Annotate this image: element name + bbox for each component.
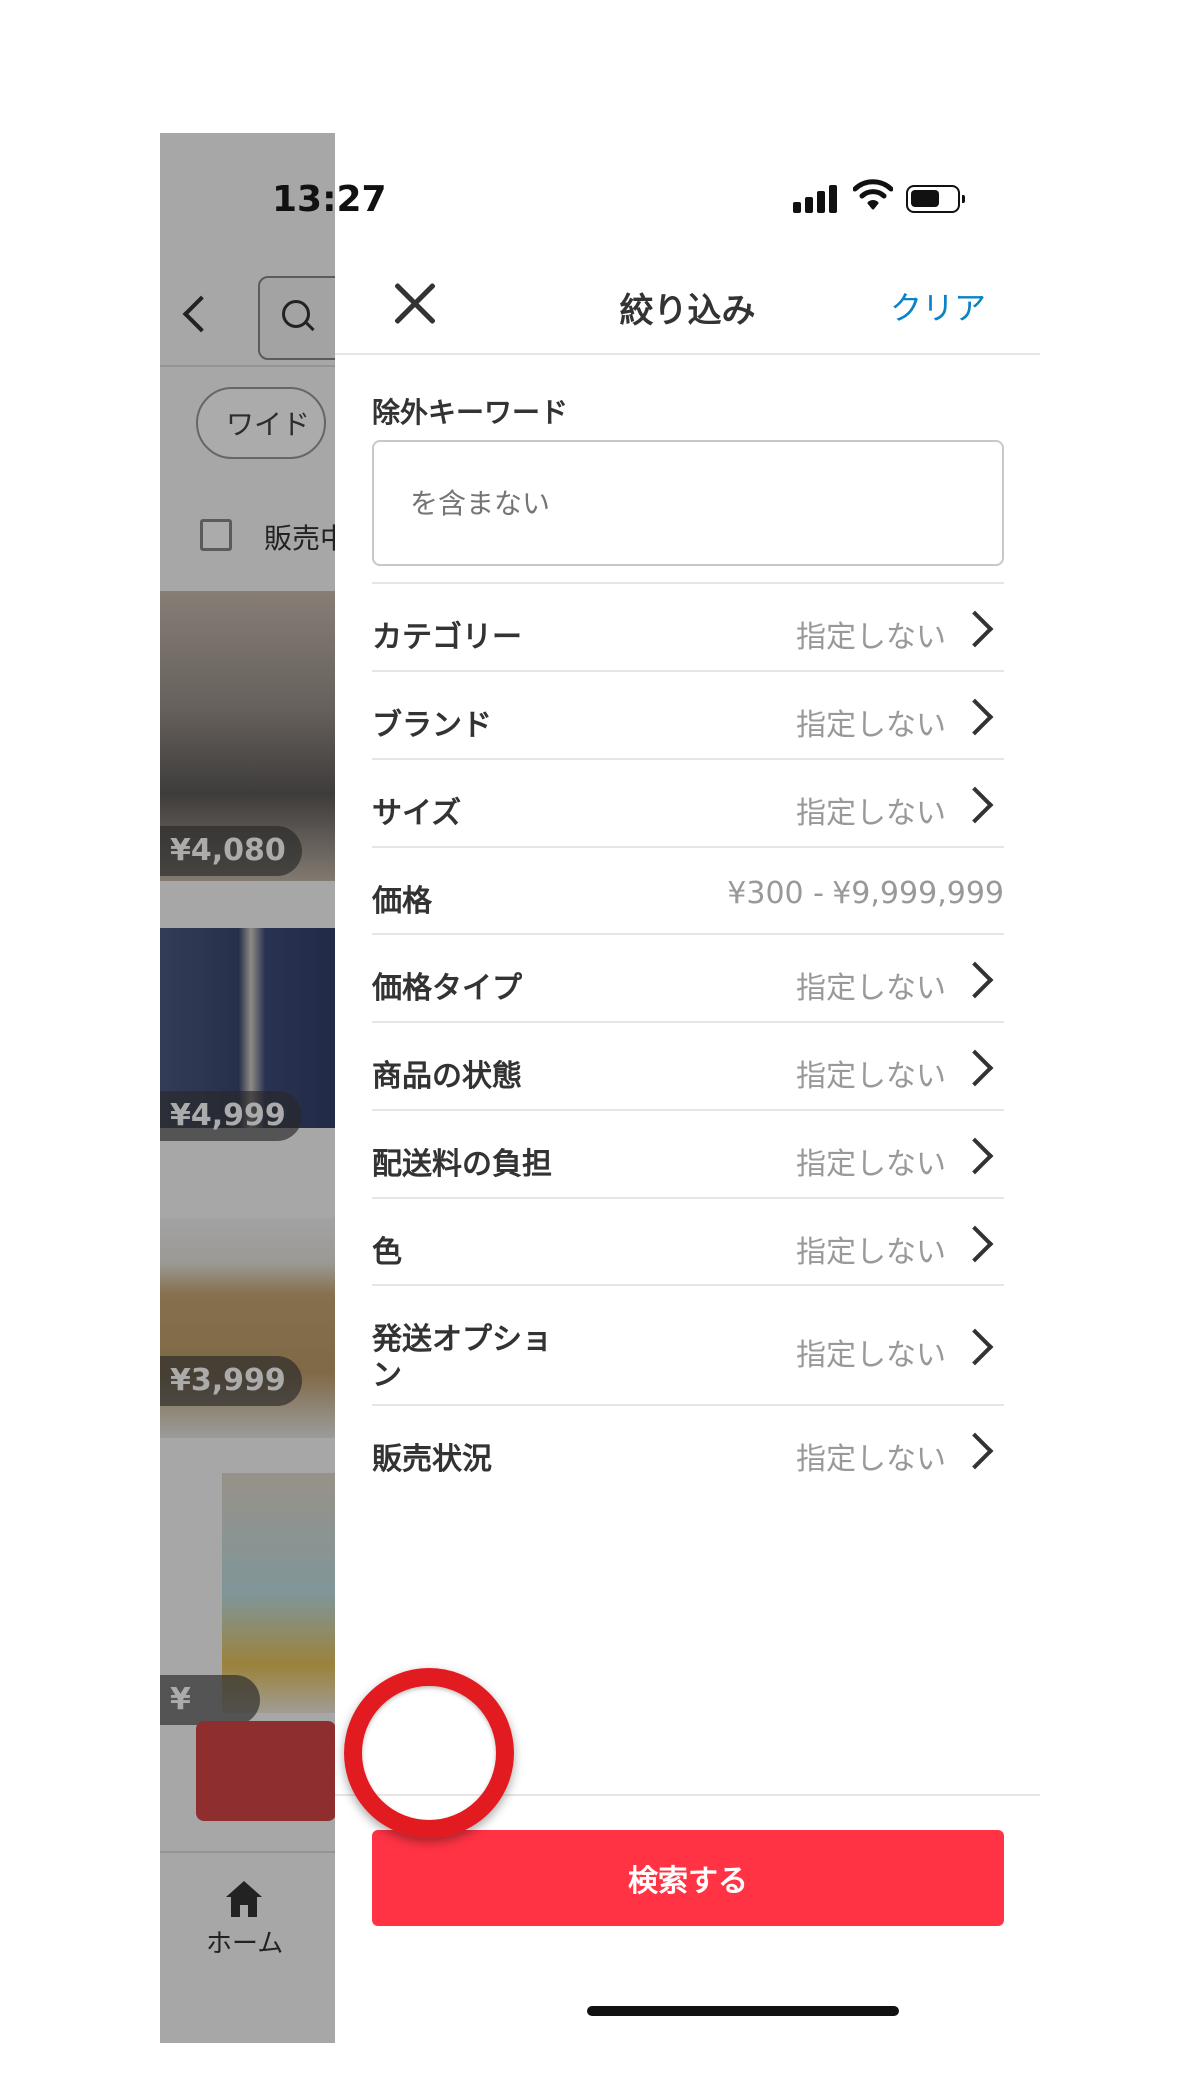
chevron-right-icon <box>956 1328 994 1366</box>
price-max[interactable]: ¥9,999,999 <box>832 876 1004 911</box>
divider <box>335 353 1040 355</box>
chevron-right-icon <box>956 698 994 736</box>
row-label: カテゴリー <box>372 620 522 655</box>
chevron-right-icon <box>956 610 994 648</box>
row-value: 指定しない <box>796 1059 946 1094</box>
battery-icon <box>906 185 965 213</box>
row-value: 指定しない <box>796 1338 946 1373</box>
row-value: 指定しない <box>796 708 946 743</box>
signal-icon <box>793 183 841 213</box>
row-label: 色 <box>372 1235 402 1270</box>
row-label: ン <box>372 1358 402 1393</box>
row-label: 配送料の負担 <box>372 1147 552 1182</box>
row-label: サイズ <box>372 796 462 831</box>
filter-row-sales-status[interactable]: 販売状況 指定しない <box>372 1404 1004 1492</box>
chevron-right-icon <box>956 786 994 824</box>
chevron-right-icon <box>956 1049 994 1087</box>
highlight-circle <box>344 1668 514 1838</box>
filter-row-size[interactable]: サイズ 指定しない <box>372 758 1004 846</box>
row-label: 価格タイプ <box>372 971 522 1006</box>
row-label: 価格 <box>372 884 432 919</box>
filter-row-shipping-option[interactable]: 発送オプショ ン 指定しない <box>372 1284 1004 1404</box>
row-value: 指定しない <box>796 796 946 831</box>
filter-row-price: 価格 ¥300 - ¥9,999,999 <box>372 846 1004 933</box>
chevron-right-icon <box>956 1225 994 1263</box>
chevron-right-icon <box>956 1432 994 1470</box>
chevron-right-icon <box>956 1137 994 1175</box>
search-button[interactable]: 検索する <box>372 1830 1004 1926</box>
status-time: 13:27 <box>272 179 387 220</box>
home-indicator <box>587 2006 899 2016</box>
wifi-icon <box>853 179 893 210</box>
exclude-keyword-input[interactable] <box>372 440 1004 566</box>
row-value: 指定しない <box>796 971 946 1006</box>
row-label: ブランド <box>372 708 492 743</box>
filter-row-shipping-fee[interactable]: 配送料の負担 指定しない <box>372 1109 1004 1197</box>
filter-row-price-type[interactable]: 価格タイプ 指定しない <box>372 933 1004 1021</box>
chevron-right-icon <box>956 961 994 999</box>
filter-row-condition[interactable]: 商品の状態 指定しない <box>372 1021 1004 1109</box>
row-value: 指定しない <box>796 620 946 655</box>
row-value: 指定しない <box>796 1147 946 1182</box>
row-label: 商品の状態 <box>372 1059 522 1094</box>
price-min[interactable]: ¥300 - <box>727 876 824 911</box>
row-value: 指定しない <box>796 1442 946 1477</box>
phone-screen: ワイド 販売中 ¥4,080 ¥4,999 ¥3,999 ¥ ホーム 絞り込み … <box>160 133 1040 2043</box>
exclude-keyword-label: 除外キーワード <box>372 396 569 429</box>
filter-row-color[interactable]: 色 指定しない <box>372 1197 1004 1284</box>
overlay-scrim[interactable] <box>160 133 335 2043</box>
filter-row-brand[interactable]: ブランド 指定しない <box>372 670 1004 758</box>
clear-button[interactable]: クリア <box>890 283 986 329</box>
filter-row-category[interactable]: カテゴリー 指定しない <box>372 582 1004 670</box>
row-label: 販売状況 <box>372 1442 492 1477</box>
row-value: 指定しない <box>796 1235 946 1270</box>
